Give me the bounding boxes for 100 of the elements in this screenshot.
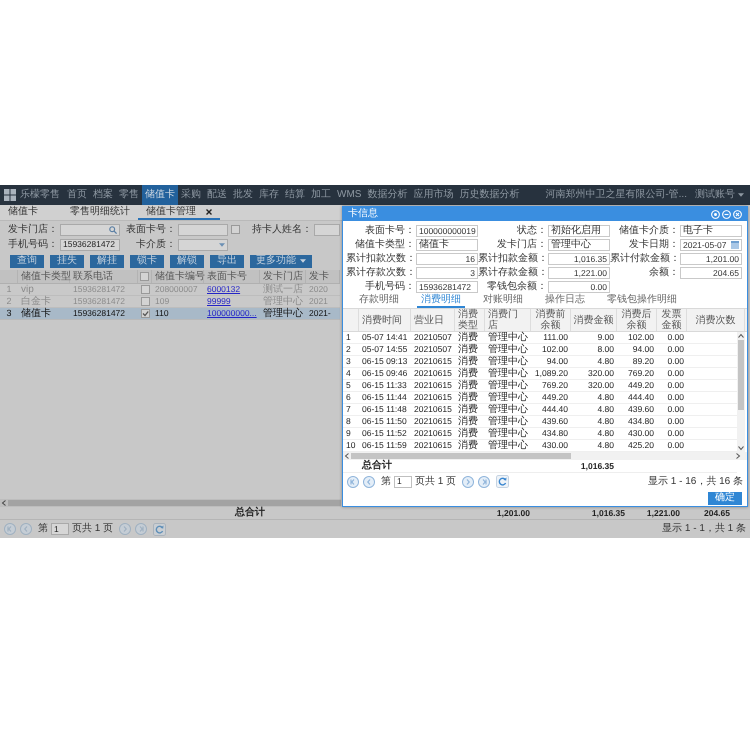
date-field[interactable]: 2021-05-07 xyxy=(680,239,742,251)
input-field[interactable]: 3 xyxy=(416,267,478,279)
nav-menu-item[interactable]: 储值卡 xyxy=(142,185,178,205)
tab[interactable]: 零钱包操作明细 xyxy=(603,294,681,308)
table-cell-text: 管理中心 xyxy=(487,332,529,343)
arrow-left-icon[interactable] xyxy=(344,453,350,459)
input-field[interactable]: 100000000019 xyxy=(416,225,478,237)
scrollbar-track[interactable] xyxy=(343,452,747,460)
nav-menu-item[interactable]: 加工 xyxy=(308,185,334,205)
table-row[interactable]: 1 vip 15936281472 208000007 6000132 测试一店 2020 xyxy=(0,284,340,296)
row-number: 3 xyxy=(345,356,352,367)
last-page-icon[interactable] xyxy=(135,523,148,535)
table-row[interactable]: 3 储值卡 15936281472 110 100000000... 管理中心 2021- xyxy=(0,308,340,320)
scrollbar-thumb[interactable] xyxy=(8,500,341,506)
tab[interactable]: 对账明细 xyxy=(479,294,527,308)
toolbar-button[interactable]: 锁卡 xyxy=(130,254,164,268)
column-header: 发卡门店 xyxy=(260,270,306,283)
checkbox[interactable] xyxy=(140,272,149,281)
input-field[interactable]: 管理中心 xyxy=(548,239,610,251)
total-label: 总合计 xyxy=(360,461,393,471)
minimize-icon[interactable] xyxy=(722,210,731,218)
nav-menu-item[interactable]: 档案 xyxy=(90,185,116,205)
more-menu-button[interactable]: 更多功能 xyxy=(250,254,312,268)
table-cell-text: 2020 xyxy=(308,284,329,295)
close-icon[interactable] xyxy=(206,208,212,214)
scrollbar-track[interactable] xyxy=(0,499,341,507)
input-field[interactable]: 204.65 xyxy=(680,267,742,279)
confirm-button[interactable]: 确定 xyxy=(708,492,742,504)
input-field[interactable] xyxy=(314,224,340,236)
first-page-icon[interactable] xyxy=(347,476,359,488)
arrow-left-icon[interactable] xyxy=(1,500,7,506)
input-field[interactable]: 1,221.00 xyxy=(548,267,610,279)
toolbar-button[interactable]: 解挂 xyxy=(90,254,124,268)
checkbox[interactable] xyxy=(140,309,150,318)
next-page-icon[interactable] xyxy=(462,476,474,488)
arrow-down-icon[interactable] xyxy=(738,445,744,451)
nav-menu-item[interactable]: 采购 xyxy=(178,185,204,205)
scrollbar-thumb[interactable] xyxy=(738,340,744,410)
tab[interactable]: 存款明细 xyxy=(355,294,403,308)
row-number: 1 xyxy=(345,332,352,343)
page-summary: 显示 1 - 16，共 16 条 xyxy=(648,476,743,486)
toolbar-button[interactable]: 挂失 xyxy=(50,254,84,268)
input-field[interactable]: 15936281472 xyxy=(60,238,120,250)
table-row[interactable]: 2 白金卡 15936281472 109 99999 管理中心 2021 xyxy=(0,296,340,308)
card-number-link[interactable]: 100000000... xyxy=(207,309,257,318)
table-cell-text: 109 xyxy=(154,296,170,307)
tab[interactable]: 储值卡 xyxy=(0,205,62,220)
nav-menu-item[interactable]: 应用市场 xyxy=(410,185,456,205)
nav-menu-item[interactable]: 批发 xyxy=(230,185,256,205)
arrow-up-icon[interactable] xyxy=(738,333,744,339)
card-number-link[interactable]: 6000132 xyxy=(207,285,240,294)
scrollbar-thumb[interactable] xyxy=(351,453,571,459)
search-field[interactable] xyxy=(60,224,120,236)
page-number-field[interactable]: 1 xyxy=(394,476,412,488)
dropdown-field[interactable] xyxy=(178,238,228,250)
input-field[interactable]: 初始化启用 xyxy=(548,225,610,237)
tab[interactable]: 储值卡管理 xyxy=(138,205,220,220)
tab[interactable]: 操作日志 xyxy=(541,294,589,308)
nav-menu-item[interactable]: 结算 xyxy=(282,185,308,205)
checkbox[interactable] xyxy=(140,297,150,306)
nav-menu-item[interactable]: 历史数据分析 xyxy=(456,185,522,205)
tab[interactable]: 零售明细统计 xyxy=(62,205,138,220)
nav-menu-item[interactable]: 首页 xyxy=(64,185,90,205)
toolbar-button[interactable]: 解锁 xyxy=(170,254,204,268)
input-field[interactable]: 15936281472 xyxy=(416,281,478,293)
field-label: 储值卡类型： xyxy=(354,240,415,250)
scrollbar-track[interactable] xyxy=(737,332,745,452)
last-page-icon[interactable] xyxy=(478,476,490,488)
table-cell-text: 20210615 xyxy=(413,428,453,439)
toolbar-button[interactable]: 查询 xyxy=(10,254,44,268)
table-cell-text: 0.00 xyxy=(666,440,685,451)
input-field[interactable]: 0.00 xyxy=(548,281,610,293)
nav-menu-item[interactable]: 配送 xyxy=(204,185,230,205)
page-number-field[interactable]: 1 xyxy=(51,523,69,535)
nav-menu-item[interactable]: 库存 xyxy=(256,185,282,205)
nav-menu-item[interactable]: WMS xyxy=(334,185,364,205)
previous-page-icon[interactable] xyxy=(363,476,375,488)
table-cell-text: 管理中心 xyxy=(262,296,304,307)
input-field[interactable] xyxy=(178,224,228,236)
input-field[interactable]: 储值卡 xyxy=(416,239,478,251)
next-page-icon[interactable] xyxy=(119,523,132,535)
input-field[interactable]: 1,201.00 xyxy=(680,253,742,265)
first-page-icon[interactable] xyxy=(4,523,16,535)
refresh-icon[interactable] xyxy=(496,475,510,488)
account-menu[interactable]: 测试账号 xyxy=(695,185,750,205)
table-cell-text: 444.40 xyxy=(541,404,569,415)
nav-menu-item[interactable]: 数据分析 xyxy=(364,185,410,205)
checkbox[interactable] xyxy=(140,285,150,294)
row-number: 4 xyxy=(345,368,352,379)
circle-dot-icon[interactable] xyxy=(711,210,720,218)
arrow-right-icon[interactable] xyxy=(735,453,741,459)
card-number-link[interactable]: 99999 xyxy=(207,297,231,306)
input-field[interactable]: 电子卡 xyxy=(680,225,742,237)
nav-menu-item[interactable]: 零售 xyxy=(116,185,142,205)
toolbar-button[interactable]: 导出 xyxy=(210,254,244,268)
input-field[interactable]: 16 xyxy=(416,253,478,265)
input-field[interactable]: 1,016.35 xyxy=(548,253,610,265)
refresh-icon[interactable] xyxy=(153,522,166,536)
previous-page-icon[interactable] xyxy=(20,523,32,535)
checkbox[interactable] xyxy=(231,225,240,234)
